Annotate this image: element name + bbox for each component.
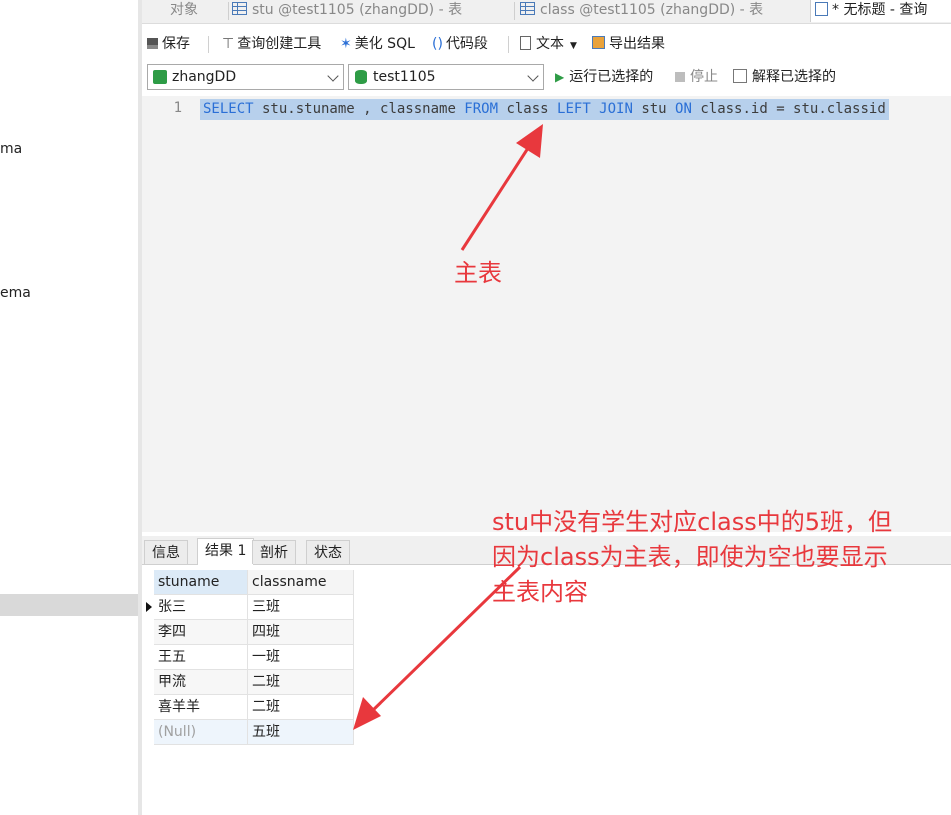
annotation-arrows	[353, 124, 543, 730]
arrow-to-class	[460, 124, 543, 251]
arrow-to-null-row	[353, 565, 522, 730]
